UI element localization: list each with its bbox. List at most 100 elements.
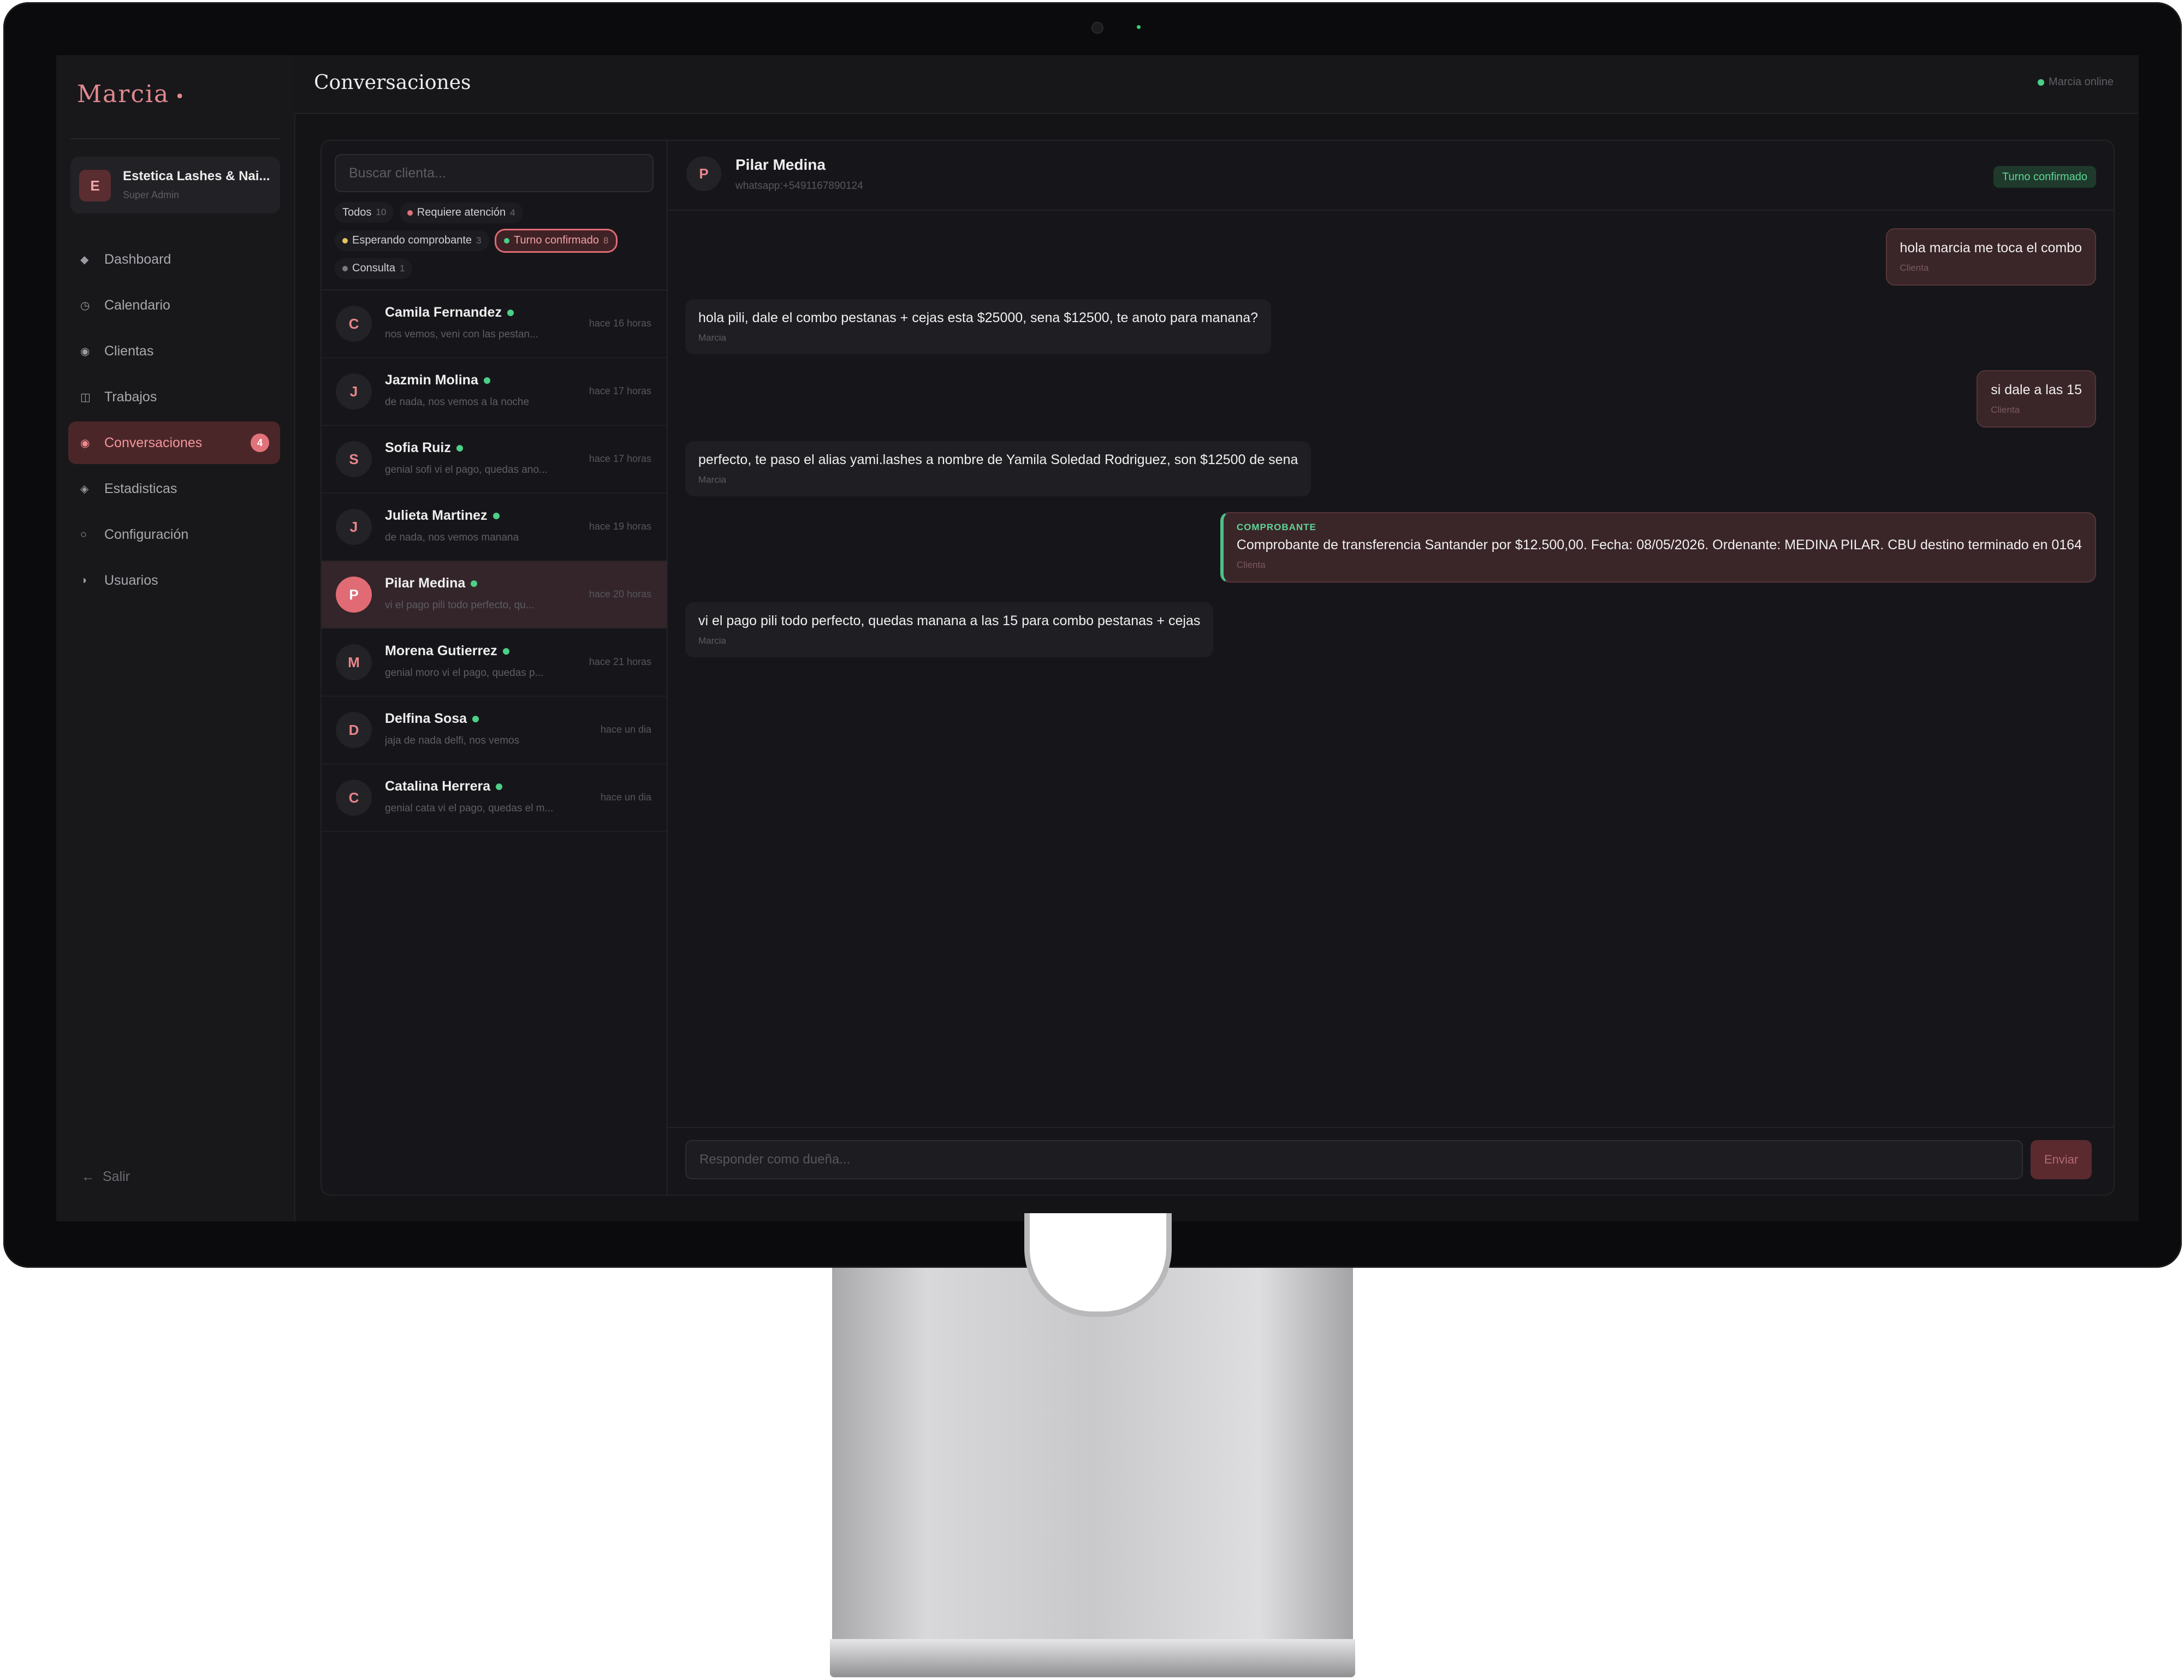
filter-chip-esperando-comprobante[interactable]: Esperando comprobante 3 [335, 230, 489, 251]
assistant-status-label: Marcia online [2049, 76, 2114, 88]
top-header: Conversaciones Marcia online [294, 55, 2139, 114]
conversation-name: Julieta Martinez [385, 508, 500, 524]
conversation-list: Todos 10 Requiere atención 4 Esperando com… [322, 141, 668, 1195]
chip-count: 8 [603, 235, 609, 246]
online-dot-icon [507, 309, 514, 316]
conversation-item[interactable]: J Jazmin Molina de nada, nos vemos a la … [322, 358, 667, 426]
conversation-time: hace 17 horas [589, 385, 651, 396]
arrow-left-icon: ← [81, 1169, 95, 1184]
users-icon: ◑ [80, 574, 87, 586]
conversation-item[interactable]: C Camila Fernandez nos vemos, veni con l… [322, 290, 667, 358]
message-author: Clienta [1991, 405, 2020, 415]
conversation-time: hace 21 horas [589, 656, 651, 667]
status-dot-icon [342, 238, 348, 244]
conversation-name: Pilar Medina [385, 575, 478, 591]
gear-icon: ○ [80, 528, 87, 541]
conversation-name: Jazmin Molina [385, 372, 490, 388]
filter-chip-turno-confirmado[interactable]: Turno confirmado 8 [494, 228, 618, 253]
sidebar-item-dashboard[interactable]: ◆ Dashboard [68, 238, 280, 281]
sidebar-nav: ◆ Dashboard ◷ Calendario ◉ Clientas ◫ Tr… [68, 238, 280, 605]
logout-button[interactable]: ← Salir [81, 1169, 130, 1185]
conversation-time: hace un dia [600, 792, 651, 803]
conversation-name-label: Catalina Herrera [385, 779, 491, 794]
search-input[interactable] [335, 154, 654, 192]
online-dot-icon [496, 783, 503, 790]
monitor-stand [832, 1268, 1353, 1639]
chip-label: Consulta [352, 262, 395, 274]
message-text: si dale a las 15 [1991, 382, 2082, 397]
conversation-item-active[interactable]: P Pilar Medina vi el pago pili todo perf… [322, 561, 667, 629]
message-text: vi el pago pili todo perfecto, quedas ma… [698, 613, 1201, 628]
app-screen: Marcia • E Estetica Lashes & Nai... Super… [56, 55, 2139, 1221]
status-badge: Turno confirmado [1993, 166, 2096, 188]
online-dot-icon [471, 580, 478, 587]
conversation-preview: genial cata vi el pago, quedas el m... [385, 803, 554, 814]
chart-icon: ◈ [80, 483, 89, 495]
message-bubble-in: vi el pago pili todo perfecto, quedas ma… [685, 602, 1214, 657]
brand-logo[interactable]: Marcia • [77, 80, 186, 108]
sidebar-item-estadisticas[interactable]: ◈ Estadisticas [68, 467, 280, 510]
org-name: Estetica Lashes & Nai... [123, 169, 270, 183]
message-author: Clienta [1236, 560, 1266, 570]
sidebar-item-label: Conversaciones [104, 435, 203, 450]
reply-input[interactable] [685, 1140, 2023, 1179]
org-avatar: E [79, 170, 111, 201]
assistant-status: Marcia online [2038, 76, 2114, 88]
sidebar-item-label: Configuración [104, 526, 189, 542]
sidebar-item-label: Estadisticas [104, 480, 177, 496]
message-text: Comprobante de transferencia Santander p… [1236, 537, 2082, 553]
diamond-icon: ◆ [80, 253, 89, 266]
message-bubble-in: perfecto, te paso el alias yami.lashes a… [685, 441, 1311, 496]
filter-chip-consulta[interactable]: Consulta 1 [335, 258, 413, 279]
conversation-item[interactable]: D Delfina Sosa jaja de nada delfi, nos v… [322, 697, 667, 764]
status-dot-icon [407, 210, 413, 216]
receipt-message: COMPROBANTE Comprobante de transferencia… [1220, 512, 2096, 583]
unread-badge: 4 [251, 434, 269, 452]
conversation-name: Catalina Herrera [385, 779, 503, 794]
conversation-name-label: Camila Fernandez [385, 305, 502, 320]
chat-contact-name: Pilar Medina [735, 156, 826, 173]
page-title: Conversaciones [314, 72, 471, 94]
avatar: J [336, 509, 372, 545]
conversation-item[interactable]: S Sofia Ruiz genial sofi vi el pago, que… [322, 426, 667, 494]
sidebar-item-configuracion[interactable]: ○ Configuración [68, 513, 280, 556]
conversation-item[interactable]: C Catalina Herrera genial cata vi el pag… [322, 764, 667, 832]
sidebar-item-clientas[interactable]: ◉ Clientas [68, 330, 280, 372]
chip-count: 10 [376, 207, 387, 217]
filter-chip-requiere-atencion[interactable]: Requiere atención 4 [399, 202, 523, 223]
conversation-name: Delfina Sosa [385, 711, 479, 727]
sidebar: Marcia • E Estetica Lashes & Nai... Super… [56, 55, 295, 1221]
sidebar-item-trabajos[interactable]: ◫ Trabajos [68, 376, 280, 418]
sidebar-item-conversaciones[interactable]: ◉ Conversaciones 4 [68, 422, 280, 464]
message-author: Marcia [698, 636, 727, 646]
message-author: Clienta [1900, 263, 1929, 273]
sidebar-item-calendario[interactable]: ◷ Calendario [68, 284, 280, 326]
sidebar-item-label: Trabajos [104, 389, 157, 405]
chip-label: Requiere atención [417, 206, 506, 218]
conversation-name-label: Pilar Medina [385, 575, 466, 591]
online-dot-icon [492, 512, 500, 519]
online-dot-icon [2038, 79, 2045, 86]
conversation-time: hace 16 horas [589, 318, 651, 329]
chip-count: 1 [399, 263, 405, 274]
message-author: Marcia [698, 333, 727, 343]
filter-chip-todos[interactable]: Todos 10 [335, 202, 394, 223]
sidebar-item-usuarios[interactable]: ◑ Usuarios [68, 559, 280, 602]
chip-count: 4 [510, 207, 515, 218]
send-button[interactable]: Enviar [2031, 1140, 2092, 1179]
chip-label: Todos [342, 206, 372, 218]
org-switcher[interactable]: E Estetica Lashes & Nai... Super Admin [70, 157, 280, 213]
avatar: P [336, 577, 372, 613]
sidebar-item-label: Clientas [104, 343, 154, 359]
conversation-preview: genial moro vi el pago, quedas p... [385, 667, 544, 679]
conversation-item[interactable]: J Julieta Martinez de nada, nos vemos ma… [322, 494, 667, 561]
conversation-name-label: Delfina Sosa [385, 711, 467, 726]
conversation-name-label: Jazmin Molina [385, 372, 478, 388]
avatar: M [336, 644, 372, 680]
conversation-item[interactable]: M Morena Gutierrez genial moro vi el pag… [322, 629, 667, 697]
message-text: hola marcia me toca el combo [1900, 240, 2082, 256]
grid-icon: ◫ [80, 391, 91, 403]
conversation-preview: jaja de nada delfi, nos vemos [385, 735, 520, 746]
sidebar-item-label: Usuarios [104, 572, 158, 588]
conversation-name: Sofia Ruiz [385, 440, 463, 456]
